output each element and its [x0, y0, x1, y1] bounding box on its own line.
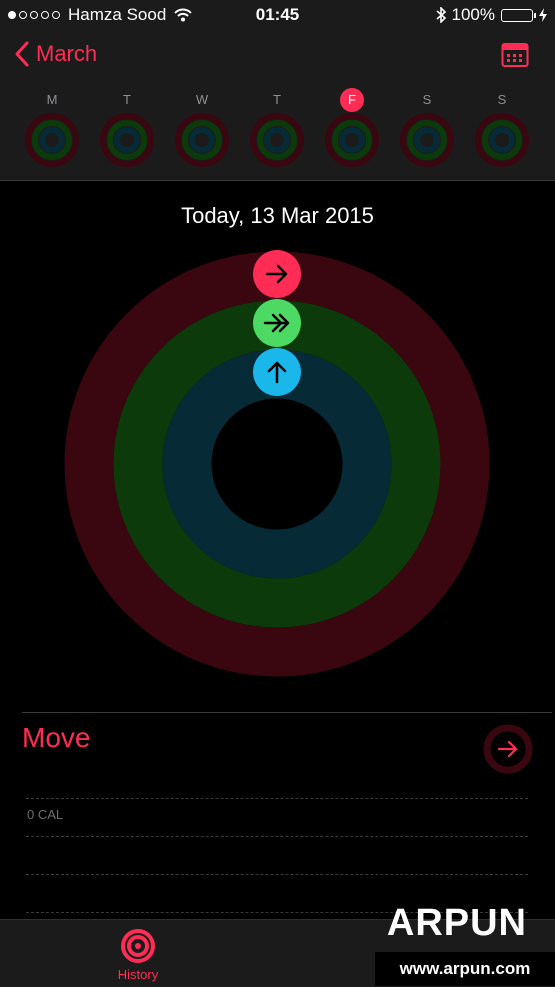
day-letter: W — [195, 92, 209, 107]
mini-activity-rings-icon — [100, 113, 154, 167]
date-title: Today, 13 Mar 2015 — [181, 203, 374, 228]
tab-history-label: History — [117, 967, 159, 982]
move-badge-icon — [483, 724, 533, 774]
back-button[interactable]: March — [14, 40, 97, 68]
week-day-fri[interactable]: F — [324, 88, 380, 173]
day-letter: T — [273, 92, 281, 107]
week-day-thu[interactable]: T — [249, 88, 305, 173]
back-label: March — [36, 41, 98, 66]
history-rings-icon — [121, 929, 155, 963]
week-day-wed[interactable]: W — [174, 88, 230, 173]
arrow-up-icon — [267, 361, 287, 384]
week-day-mon[interactable]: M — [24, 88, 80, 173]
navigation-bar: March — [0, 30, 555, 88]
watermark-brand: ARPUN — [386, 902, 527, 944]
day-letter-today: F — [340, 88, 364, 112]
battery-icon — [501, 8, 536, 22]
week-strip: M T W T F S S — [0, 88, 555, 181]
mini-activity-rings-icon — [400, 113, 454, 167]
double-arrow-right-icon — [263, 313, 290, 333]
day-letter: S — [422, 92, 432, 107]
watermark-url: www.arpun.com — [375, 952, 555, 986]
chart-gridline — [26, 836, 528, 837]
activity-rings[interactable] — [63, 250, 491, 683]
mini-activity-rings-icon — [250, 113, 304, 167]
week-day-sun[interactable]: S — [474, 88, 530, 173]
day-letter: T — [123, 92, 131, 107]
move-ring-badge — [483, 724, 533, 779]
stand-ring-cap — [253, 348, 301, 396]
battery-percent: 100% — [451, 5, 495, 24]
mini-activity-rings-icon — [475, 113, 529, 167]
day-letter: S — [497, 92, 507, 107]
move-section-title: Move — [22, 722, 91, 753]
status-right: 100% — [435, 5, 547, 25]
arrow-right-icon — [265, 264, 288, 284]
bluetooth-icon — [435, 7, 446, 23]
chevron-left-icon — [15, 41, 29, 67]
calendar-button[interactable] — [501, 42, 529, 73]
exercise-ring-cap — [253, 299, 301, 347]
day-letter: M — [46, 92, 58, 107]
mini-activity-rings-icon — [325, 113, 379, 167]
move-calories-label: 0 CAL — [27, 807, 64, 822]
mini-activity-rings-icon — [25, 113, 79, 167]
move-ring-cap — [253, 250, 301, 298]
status-bar: Hamza Sood 01:45 100% — [0, 0, 555, 30]
calendar-icon — [501, 43, 529, 67]
chart-gridline — [26, 874, 528, 875]
section-divider — [22, 712, 552, 713]
mini-activity-rings-icon — [175, 113, 229, 167]
charging-icon — [539, 8, 547, 22]
chart-gridline — [26, 798, 528, 799]
week-day-sat[interactable]: S — [399, 88, 455, 173]
week-day-tue[interactable]: T — [99, 88, 155, 173]
stand-ring-track — [162, 349, 392, 579]
watermark: ARPUN www.arpun.com — [375, 902, 555, 986]
tab-history[interactable]: History — [108, 928, 168, 982]
